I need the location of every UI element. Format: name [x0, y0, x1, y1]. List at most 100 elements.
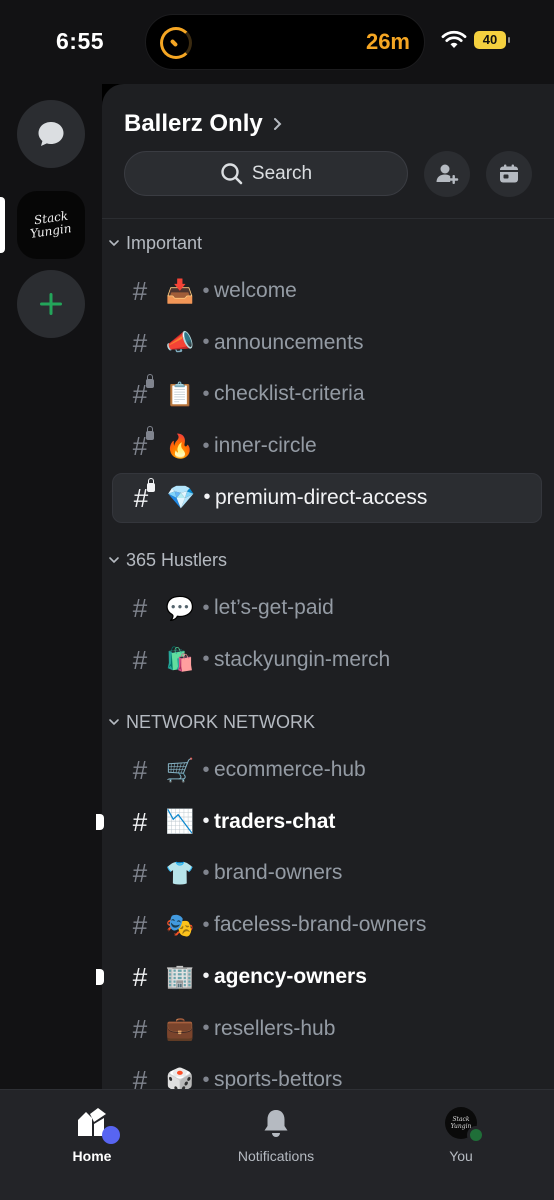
battery-indicator: 40 — [474, 31, 510, 49]
separator-dot: • — [202, 965, 210, 988]
category-name: NETWORK NETWORK — [126, 711, 315, 732]
separator-dot: • — [202, 1017, 210, 1039]
separator-dot: • — [202, 434, 210, 457]
separator-dot: • — [203, 486, 211, 509]
dynamic-island[interactable]: 26m — [145, 14, 425, 70]
channel-item[interactable]: # 💬 • let’s-get-paid — [112, 583, 542, 633]
separator-dot: • — [202, 648, 210, 671]
separator-dot: • — [202, 279, 210, 302]
hash-icon: # — [132, 1013, 148, 1044]
activity-timer: 26m — [365, 29, 410, 54]
channel-name: resellers-hub — [214, 1016, 336, 1040]
separator-dot: • — [202, 913, 210, 936]
channel-item[interactable]: # 🏢 • agency-owners — [112, 952, 542, 1002]
avatar-wrap: Stack Yungin — [439, 1104, 485, 1144]
hash-icon: # — [132, 755, 148, 785]
wifi-icon — [441, 30, 467, 48]
unread-indicator — [96, 968, 104, 985]
locked-hash-icon: # — [124, 374, 156, 407]
avatar-text-1: Stack — [452, 1116, 470, 1123]
chevron-right-icon — [273, 118, 282, 130]
channel-emoji: 📋 — [165, 381, 195, 408]
channel-item[interactable]: # 📣 • announcements — [112, 318, 542, 368]
invite-members-button[interactable] — [424, 151, 470, 197]
channel-emoji: 💎 — [166, 485, 196, 512]
bell-icon-wrap — [254, 1104, 298, 1142]
channel-name: agency-owners — [214, 964, 367, 988]
channel-name: checklist-criteria — [214, 382, 365, 406]
direct-messages-button[interactable] — [17, 100, 85, 168]
server-logo-text-2: Yungin — [29, 221, 73, 241]
channel-item[interactable]: # 🔥 • inner-circle — [112, 421, 542, 471]
channel-emoji: 📥 — [165, 278, 195, 305]
locked-hash-icon: # — [124, 426, 156, 459]
tab-you[interactable]: Stack Yungin You — [381, 1104, 541, 1164]
channel-item[interactable]: # 🎲 • sports-bettors — [112, 1055, 542, 1089]
channel-name: welcome — [214, 279, 297, 302]
tab-notifications[interactable]: Notifications — [196, 1104, 356, 1164]
channel-item[interactable]: # 💼 • resellers-hub — [112, 1004, 542, 1054]
bell-icon — [264, 1110, 288, 1137]
hash-icon: # — [132, 593, 148, 623]
channel-emoji: 💼 — [165, 1016, 195, 1042]
channel-emoji: 🛒 — [165, 757, 195, 784]
category-header[interactable]: 365 Hustlers — [108, 548, 227, 572]
search-icon — [221, 162, 243, 184]
hash-icon: # — [132, 276, 148, 306]
channel-item[interactable]: # 🛍️ • stackyungin-merch — [112, 635, 542, 685]
category-header[interactable]: NETWORK NETWORK — [108, 710, 315, 734]
channel-name: faceless-brand-owners — [214, 913, 427, 937]
locked-hash-icon: # — [125, 477, 157, 511]
channel-emoji: 🎲 — [165, 1067, 195, 1089]
tab-notifications-label: Notifications — [237, 1148, 315, 1164]
home-icon-wrap — [70, 1104, 120, 1144]
server-header[interactable]: Ballerz Only — [124, 110, 283, 138]
channel-name: let’s-get-paid — [214, 596, 334, 619]
channel-panel: Ballerz Only Search Important # 📥 • welcome #… — [102, 84, 554, 1089]
tab-home-label: Home — [72, 1148, 112, 1164]
lock-icon — [147, 477, 155, 492]
channel-item[interactable]: # 💎 • premium-direct-access — [112, 472, 542, 523]
channel-emoji: 📣 — [165, 330, 195, 357]
channel-item[interactable]: # 📥 • welcome — [112, 266, 542, 316]
separator-dot: • — [202, 596, 210, 619]
events-button[interactable] — [486, 151, 532, 197]
separator-dot: • — [202, 331, 210, 354]
channel-name: traders-chat — [214, 809, 336, 833]
channel-item[interactable]: # 🎭 • faceless-brand-owners — [112, 900, 542, 950]
online-status-dot — [467, 1126, 485, 1144]
channel-emoji: 🏢 — [165, 964, 195, 991]
bottom-tab-bar: Home Notifications Stack Yungin You — [0, 1089, 554, 1200]
lock-icon — [146, 426, 154, 441]
separator-dot: • — [202, 810, 210, 833]
channel-name: ecommerce-hub — [214, 758, 366, 781]
category-header[interactable]: Important — [108, 231, 202, 255]
tab-home[interactable]: Home — [12, 1104, 172, 1164]
channel-emoji: 🔥 — [165, 433, 195, 460]
separator-dot: • — [202, 758, 210, 781]
hash-icon: # — [132, 806, 148, 837]
category-name: 365 Hustlers — [126, 549, 228, 570]
channel-item[interactable]: # 📉 • traders-chat — [112, 797, 542, 847]
channel-emoji: 🎭 — [165, 912, 195, 939]
add-server-button[interactable] — [17, 270, 85, 338]
chevron-down-icon — [109, 240, 119, 247]
search-bar[interactable]: Search — [124, 151, 408, 196]
channel-name: stackyungin-merch — [214, 647, 391, 671]
hash-icon: # — [132, 1065, 148, 1089]
server-icon-stack-yungin[interactable]: Stack Yungin — [17, 191, 85, 259]
channel-item[interactable]: # 📋 • checklist-criteria — [112, 369, 542, 419]
hash-icon: # — [132, 910, 148, 941]
channel-item[interactable]: # 🛒 • ecommerce-hub — [112, 745, 542, 795]
server-rail: Stack Yungin — [0, 84, 102, 1089]
channel-item[interactable]: # 👕 • brand-owners — [112, 848, 542, 898]
plus-icon — [40, 293, 62, 315]
tab-you-label: You — [449, 1148, 473, 1164]
channel-name: inner-circle — [214, 434, 317, 458]
hash-icon: # — [132, 961, 148, 992]
channel-name: announcements — [214, 330, 364, 354]
status-time: 6:55 — [56, 28, 105, 54]
chevron-down-icon — [109, 719, 119, 726]
hash-icon: # — [132, 644, 148, 675]
add-user-icon — [436, 164, 459, 184]
